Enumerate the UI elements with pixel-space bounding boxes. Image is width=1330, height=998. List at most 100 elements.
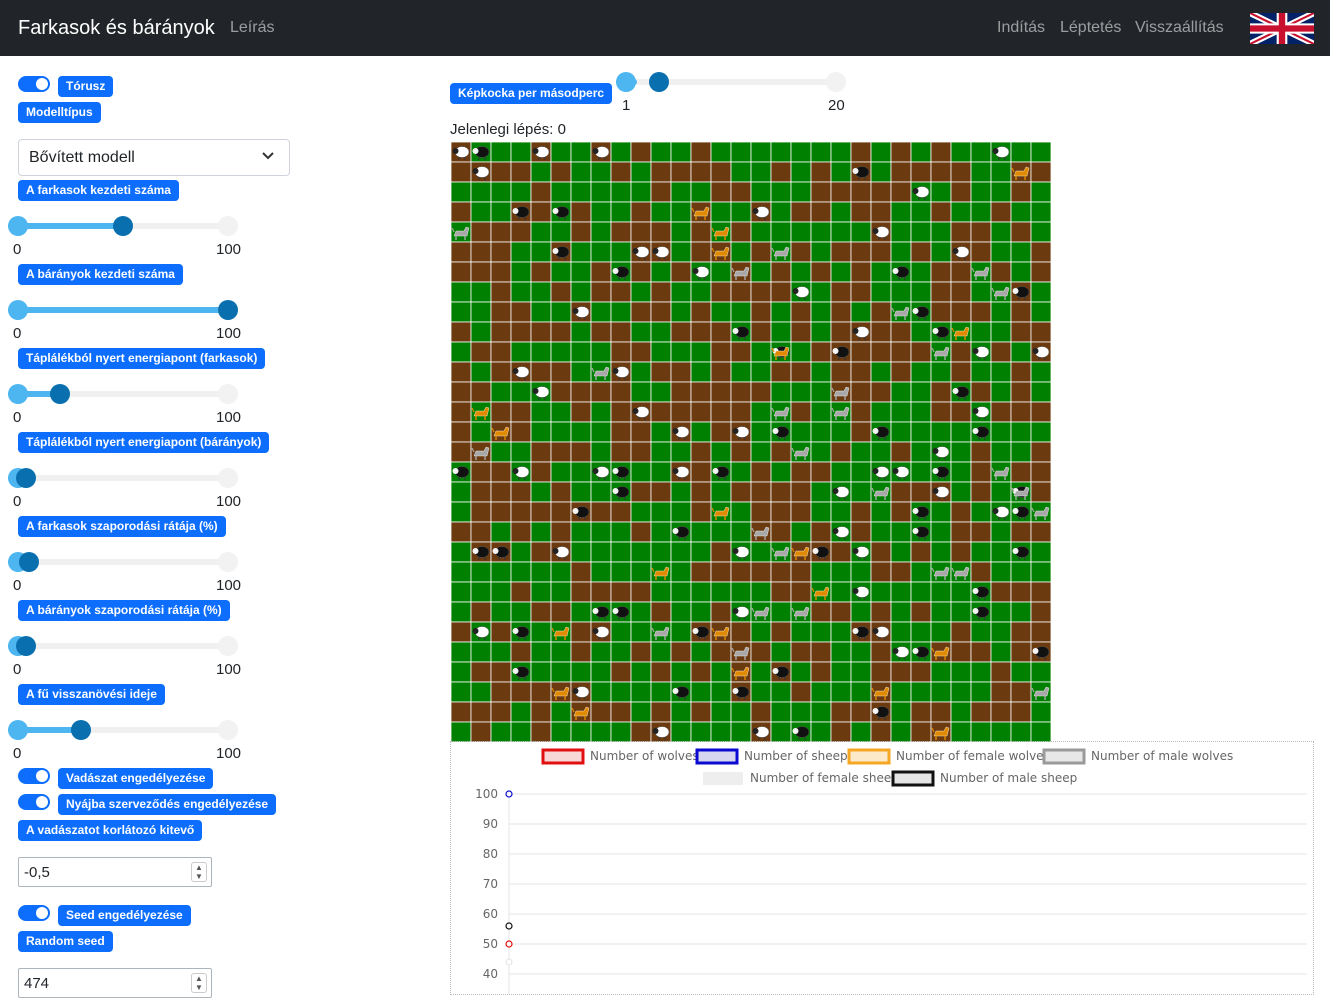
grid-cell	[570, 321, 592, 343]
hunt-limit-label: A vadászatot korlátozó kitevő	[18, 820, 203, 841]
grid-cell	[550, 221, 572, 243]
grid-cell	[650, 501, 672, 523]
grid-cell	[770, 581, 792, 603]
grid-cell	[450, 581, 472, 603]
grid-cell	[530, 561, 552, 583]
grid-cell	[950, 341, 972, 363]
legend-swatch	[847, 748, 891, 765]
slider-thumb[interactable]	[113, 216, 133, 236]
fps-slider[interactable]	[616, 71, 846, 93]
grid-cell	[890, 601, 912, 623]
legend-swatch	[541, 748, 585, 765]
model-type-select[interactable]: Bővített modell	[18, 139, 290, 176]
grid-cell	[1030, 301, 1052, 323]
grid-cell	[490, 281, 512, 303]
grid-cell	[730, 521, 752, 543]
grid-cell	[850, 521, 872, 543]
grid-cell	[510, 721, 532, 743]
grid-cell	[510, 541, 532, 563]
grid-cell	[630, 461, 652, 483]
number-spinner-icon[interactable]: ▲ ▼	[191, 973, 207, 993]
grid-cell	[990, 661, 1012, 683]
param-slider[interactable]	[8, 299, 238, 321]
slider-thumb[interactable]	[18, 552, 39, 572]
grid-cell	[970, 241, 992, 263]
grid-cell	[550, 401, 572, 423]
grid-cell	[610, 621, 632, 643]
grid-cell	[910, 221, 932, 243]
grid-cell	[870, 501, 892, 523]
grid-cell	[870, 441, 892, 463]
nav-reset-button[interactable]: Visszaállítás	[1135, 19, 1224, 37]
slider-thumb[interactable]	[16, 636, 37, 656]
simulation-grid[interactable]	[450, 141, 1052, 743]
grid-cell	[1010, 141, 1032, 163]
grid-cell	[930, 301, 952, 323]
grid-cell	[670, 301, 692, 323]
grid-cell	[950, 461, 972, 483]
grid-cell	[1010, 601, 1032, 623]
app-title[interactable]: Farkasok és bárányok	[18, 17, 215, 40]
slider-thumb[interactable]	[649, 72, 670, 92]
param-slider[interactable]	[8, 215, 238, 237]
grid-cell	[570, 421, 592, 443]
grid-cell	[790, 221, 812, 243]
grid-cell	[590, 181, 612, 203]
grid-cell	[610, 681, 632, 703]
grid-cell	[650, 221, 672, 243]
slider-thumb[interactable]	[16, 468, 37, 488]
slider-thumb[interactable]	[50, 384, 70, 404]
grid-cell	[630, 261, 652, 283]
grid-cell	[990, 601, 1012, 623]
hunting-toggle[interactable]	[18, 768, 50, 784]
grid-cell	[810, 401, 832, 423]
grid-cell	[990, 441, 1012, 463]
nav-start-button[interactable]: Indítás	[997, 19, 1045, 37]
grid-cell	[650, 141, 672, 163]
grid-cell	[850, 561, 872, 583]
seed-input[interactable]: 474 ▲ ▼	[18, 968, 212, 998]
seed-toggle[interactable]	[18, 905, 50, 921]
param-slider[interactable]	[8, 383, 238, 405]
grid-cell	[710, 441, 732, 463]
grid-cell	[850, 381, 872, 403]
hunt-limit-input[interactable]: -0,5 ▲ ▼	[18, 857, 212, 887]
grid-cell	[850, 661, 872, 683]
grid-cell	[610, 381, 632, 403]
grid-cell	[670, 161, 692, 183]
grid-cell	[750, 321, 772, 343]
flocking-toggle[interactable]	[18, 794, 50, 810]
param-slider[interactable]	[8, 551, 238, 573]
grid-cell	[610, 321, 632, 343]
grid-cell	[970, 461, 992, 483]
grid-cell	[730, 341, 752, 363]
nav-description[interactable]: Leírás	[230, 19, 274, 37]
nav-step-button[interactable]: Léptetés	[1060, 19, 1121, 37]
grid-cell	[470, 341, 492, 363]
grid-cell	[950, 621, 972, 643]
grid-cell	[450, 621, 472, 643]
grid-cell	[1030, 601, 1052, 623]
grid-cell	[650, 281, 672, 303]
slider-thumb[interactable]	[71, 720, 91, 740]
grid-cell	[710, 361, 732, 383]
number-spinner-icon[interactable]: ▲ ▼	[191, 862, 207, 882]
grid-cell	[770, 641, 792, 663]
grid-cell	[1030, 521, 1052, 543]
slider-thumb[interactable]	[218, 300, 238, 320]
grid-cell	[830, 441, 852, 463]
grid-cell	[790, 381, 812, 403]
random-seed-button[interactable]: Random seed	[18, 931, 113, 952]
torus-toggle[interactable]	[18, 76, 50, 92]
param-slider[interactable]	[8, 635, 238, 657]
grid-cell	[1030, 321, 1052, 343]
grid-cell	[1030, 261, 1052, 283]
grid-cell	[610, 501, 632, 523]
uk-flag-icon[interactable]	[1250, 13, 1314, 44]
grid-cell	[610, 341, 632, 363]
grid-cell	[750, 161, 772, 183]
param-slider[interactable]	[8, 719, 238, 741]
param-slider[interactable]	[8, 467, 238, 489]
grid-cell	[750, 661, 772, 683]
grid-cell	[850, 181, 872, 203]
